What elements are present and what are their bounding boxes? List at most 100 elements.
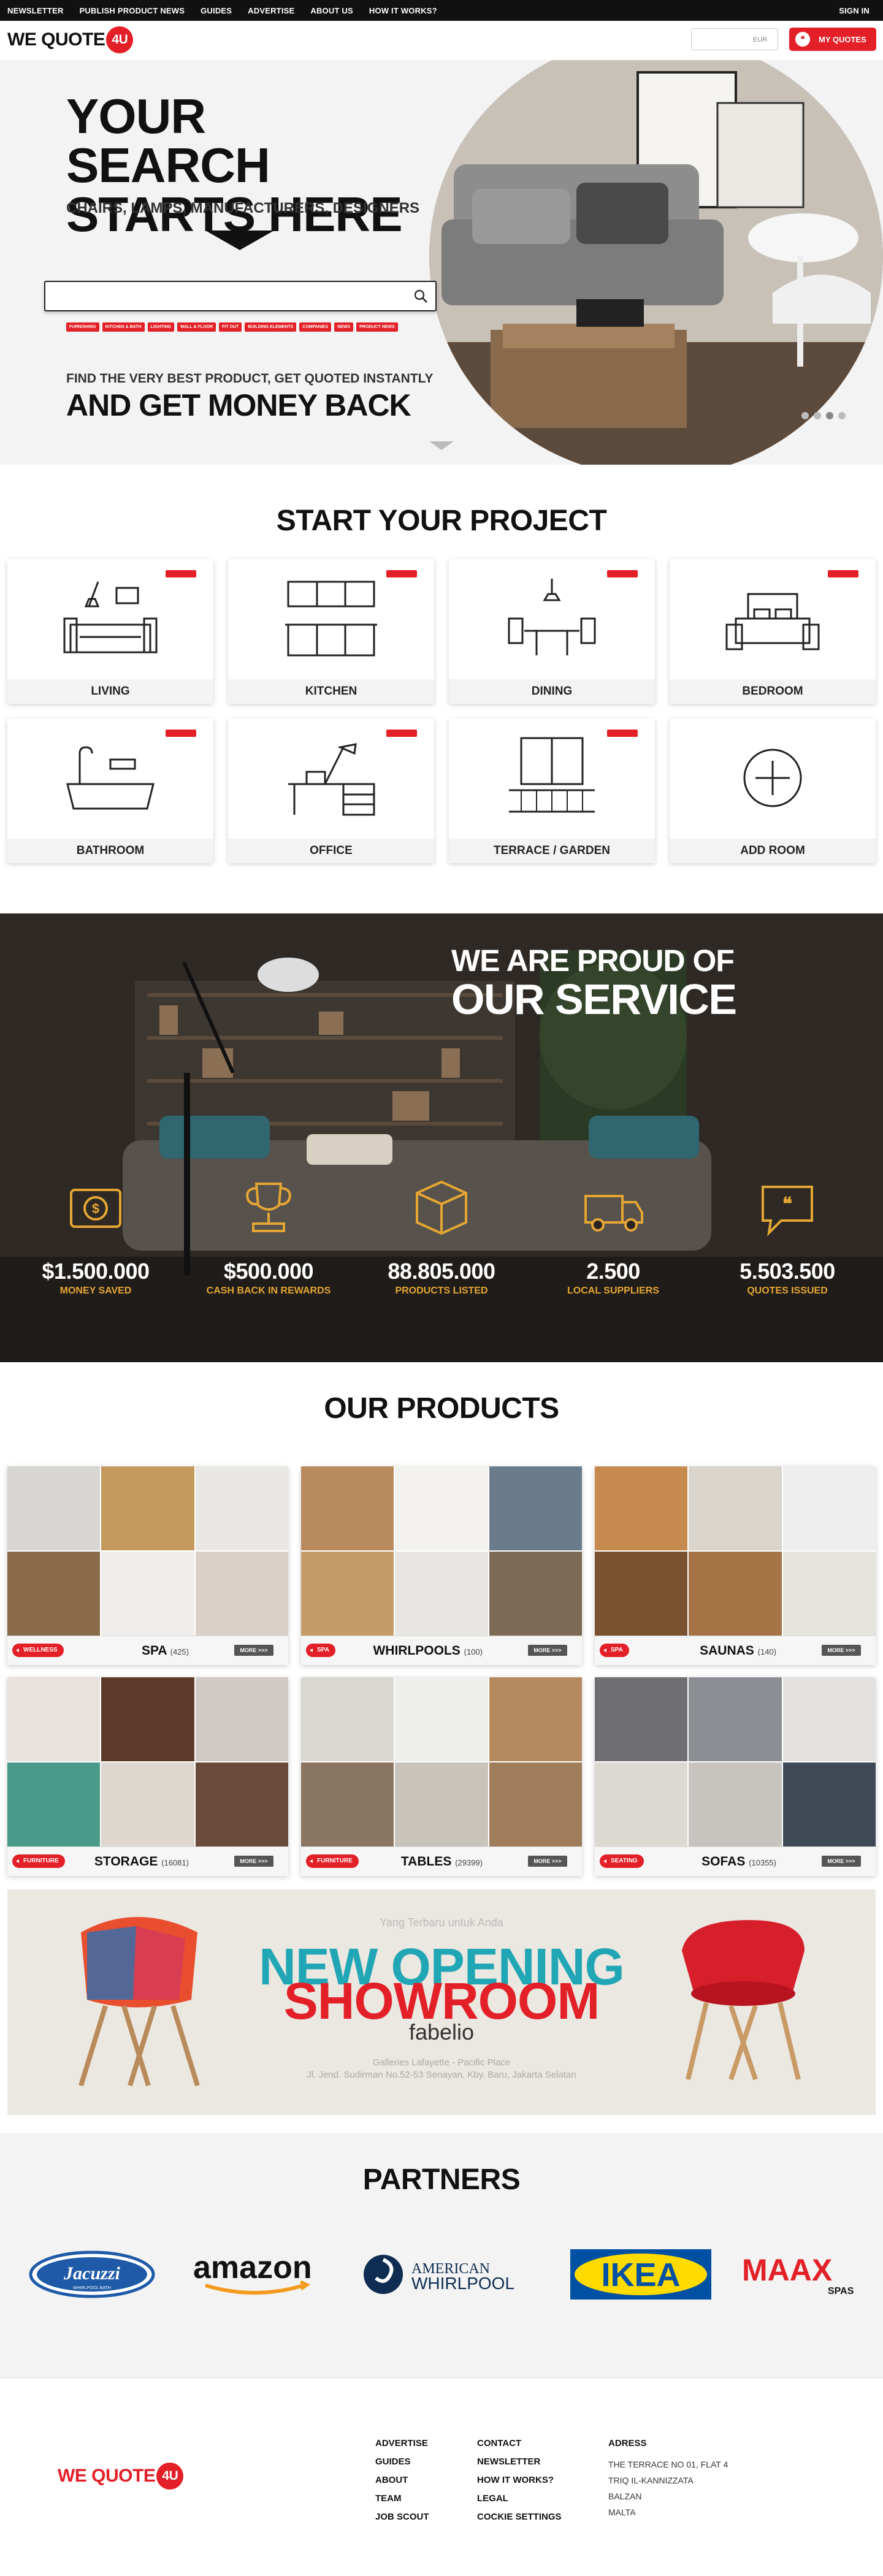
category-badge[interactable]: SPA: [600, 1644, 629, 1657]
product-tile-tables[interactable]: FURNITURE TABLES (29399) MORE >>>: [301, 1677, 582, 1876]
logo-text: WE QUOTE: [7, 29, 105, 50]
product-bar: FURNITURE TABLES (29399) MORE >>>: [301, 1846, 582, 1876]
partner-logo-amazon[interactable]: amazon: [184, 2250, 337, 2299]
product-photo: [689, 1677, 782, 1761]
slider-dot[interactable]: [826, 412, 833, 419]
partner-logo-american-whirlpool[interactable]: AMERICAN WHIRLPOOL: [359, 2250, 530, 2299]
category-badge[interactable]: SEATING: [600, 1854, 644, 1868]
site-logo[interactable]: WE QUOTE 4U: [7, 26, 134, 53]
nav-advertise[interactable]: ADVERTISE: [248, 6, 294, 15]
product-photo: [7, 1677, 101, 1761]
product-count: (29399): [455, 1858, 483, 1867]
slider-dot[interactable]: [801, 412, 809, 419]
product-tile-storage[interactable]: FURNITURE STORAGE (16081) MORE >>>: [7, 1677, 288, 1876]
showroom-banner[interactable]: Yang Terbaru untuk Anda NEW OPENING SHOW…: [7, 1889, 876, 2115]
project-card-bedroom[interactable]: BEDROOM: [670, 559, 876, 704]
product-tile-saunas[interactable]: SPA SAUNAS (140) MORE >>>: [595, 1466, 876, 1665]
footer-link-job-scout[interactable]: JOB SCOUT: [375, 2512, 429, 2522]
footer-link-team[interactable]: TEAM: [375, 2493, 429, 2504]
chip-building-elements[interactable]: BUILDING ELEMENTS: [245, 322, 297, 332]
scroll-down-indicator[interactable]: [429, 441, 454, 450]
category-badge[interactable]: FURNITURE: [306, 1854, 359, 1868]
more-button[interactable]: MORE >>>: [234, 1645, 273, 1656]
product-photo: [101, 1762, 194, 1846]
footer-link-cookie-settings[interactable]: COCKIE SETTINGS: [477, 2512, 562, 2522]
logo-badge: 4U: [106, 26, 134, 53]
footer-link-advertise[interactable]: ADVERTISE: [375, 2438, 429, 2448]
footer-address-line4: MALTA: [608, 2507, 636, 2517]
more-button[interactable]: MORE >>>: [822, 1645, 861, 1656]
product-tile-whirlpools[interactable]: SPA WHIRLPOOLS (100) MORE >>>: [301, 1466, 582, 1665]
footer-link-contact[interactable]: CONTACT: [477, 2438, 562, 2448]
footer-link-about[interactable]: ABOUT: [375, 2475, 429, 2485]
product-photo: [489, 1466, 582, 1550]
chip-lighting[interactable]: LIGHTING: [147, 322, 174, 332]
chip-news[interactable]: NEWS: [334, 322, 354, 332]
partner-logo-ikea[interactable]: IKEA: [564, 2249, 717, 2300]
nav-about-us[interactable]: ABOUT US: [310, 6, 353, 15]
category-badge[interactable]: SPA: [306, 1644, 335, 1657]
product-photo: [7, 1466, 101, 1550]
nav-how-it-works[interactable]: HOW IT WORKS?: [369, 6, 437, 15]
hero-section: YOUR SEARCH STARTS HERE CHAIRS, LAMPS, MA…: [0, 60, 883, 465]
project-card-office[interactable]: OFFICE: [228, 718, 434, 863]
slider-dot[interactable]: [814, 412, 821, 419]
product-photo: [595, 1552, 688, 1636]
chip-kitchen-bath[interactable]: KITCHEN & BATH: [102, 322, 145, 332]
stat-caption: LOCAL SUPPLIERS: [567, 1286, 659, 1296]
project-card-living[interactable]: LIVING: [7, 559, 213, 704]
nav-newsletter[interactable]: NEWSLETTER: [7, 6, 64, 15]
footer-link-how-it-works[interactable]: HOW IT WORKS?: [477, 2475, 562, 2485]
stat-products-listed: 88.805.000 PRODUCTS LISTED: [368, 1175, 515, 1297]
banner-brand: fabelio: [408, 2019, 475, 2044]
product-bar: WELLNESS SPA (425) MORE >>>: [7, 1636, 288, 1665]
footer-logo[interactable]: WE QUOTE 4U: [58, 2463, 184, 2490]
currency-selector[interactable]: EUR: [691, 28, 778, 50]
footer-address-line3: BALZAN: [608, 2491, 642, 2501]
project-card-dining[interactable]: DINING: [449, 559, 655, 704]
chip-companies[interactable]: COMPANIES: [299, 322, 332, 332]
category-badge[interactable]: WELLNESS: [12, 1644, 64, 1657]
sign-in-link[interactable]: SIGN IN: [839, 6, 870, 15]
nav-publish-product-news[interactable]: PUBLISH PRODUCT NEWS: [80, 6, 185, 15]
partner-logo-jacuzzi[interactable]: Jacuzzi WHIRLPOOL BATH: [25, 2250, 159, 2299]
chip-fit-out[interactable]: FIT OUT: [219, 322, 242, 332]
chip-wall-floor[interactable]: WALL & FLOOR: [177, 322, 216, 332]
more-button[interactable]: MORE >>>: [822, 1856, 861, 1867]
card-tag: [828, 570, 858, 577]
footer-address-line2: TRIQ IL-KANNIZZATA: [608, 2475, 694, 2485]
nav-guides[interactable]: GUIDES: [201, 6, 232, 15]
card-tag: [386, 570, 417, 577]
footer-address: ADRESS THE TERRACE NO 01, FLAT 4 TRIQ IL…: [608, 2438, 728, 2523]
footer-link-newsletter[interactable]: NEWSLETTER: [477, 2456, 562, 2467]
hero-find-text: FIND THE VERY BEST PRODUCT, GET QUOTED I…: [66, 372, 434, 386]
chip-product-news[interactable]: PRODUCT NEWS: [356, 322, 398, 332]
footer-link-legal[interactable]: LEGAL: [477, 2493, 562, 2504]
project-card-bathroom[interactable]: BATHROOM: [7, 718, 213, 863]
project-card-terrace-garden[interactable]: TERRACE / GARDEN: [449, 718, 655, 863]
footer-link-guides[interactable]: GUIDES: [375, 2456, 429, 2467]
project-card-add-room[interactable]: ADD ROOM: [670, 718, 876, 863]
service-stats-section: WE ARE PROUD OF OUR SERVICE $ $1.500.000 M…: [0, 913, 883, 1362]
search-input[interactable]: [44, 281, 437, 311]
product-tile-sofas[interactable]: SEATING SOFAS (10355) MORE >>>: [595, 1677, 876, 1876]
more-button[interactable]: MORE >>>: [528, 1856, 567, 1867]
product-photo: [489, 1762, 582, 1846]
more-button[interactable]: MORE >>>: [528, 1645, 567, 1656]
more-button[interactable]: MORE >>>: [234, 1856, 273, 1867]
product-photo: [689, 1466, 782, 1550]
product-photo: [489, 1552, 582, 1636]
partner-logo-maax[interactable]: MAAX SPAS: [736, 2250, 871, 2299]
sofa-icon: [63, 581, 158, 654]
chip-furnishing[interactable]: FURNISHING: [66, 322, 99, 332]
stat-money-saved: $ $1.500.000 MONEY SAVED: [22, 1175, 169, 1297]
search-icon[interactable]: [413, 289, 428, 303]
slider-dot[interactable]: [838, 412, 846, 419]
project-card-label: TERRACE / GARDEN: [449, 839, 655, 863]
dining-table-icon: [508, 579, 596, 655]
svg-text:$: $: [92, 1201, 99, 1216]
category-badge[interactable]: FURNITURE: [12, 1854, 65, 1868]
my-quotes-button[interactable]: ❝ MY QUOTES: [789, 28, 876, 51]
product-tile-spa[interactable]: WELLNESS SPA (425) MORE >>>: [7, 1466, 288, 1665]
project-card-kitchen[interactable]: KITCHEN: [228, 559, 434, 704]
